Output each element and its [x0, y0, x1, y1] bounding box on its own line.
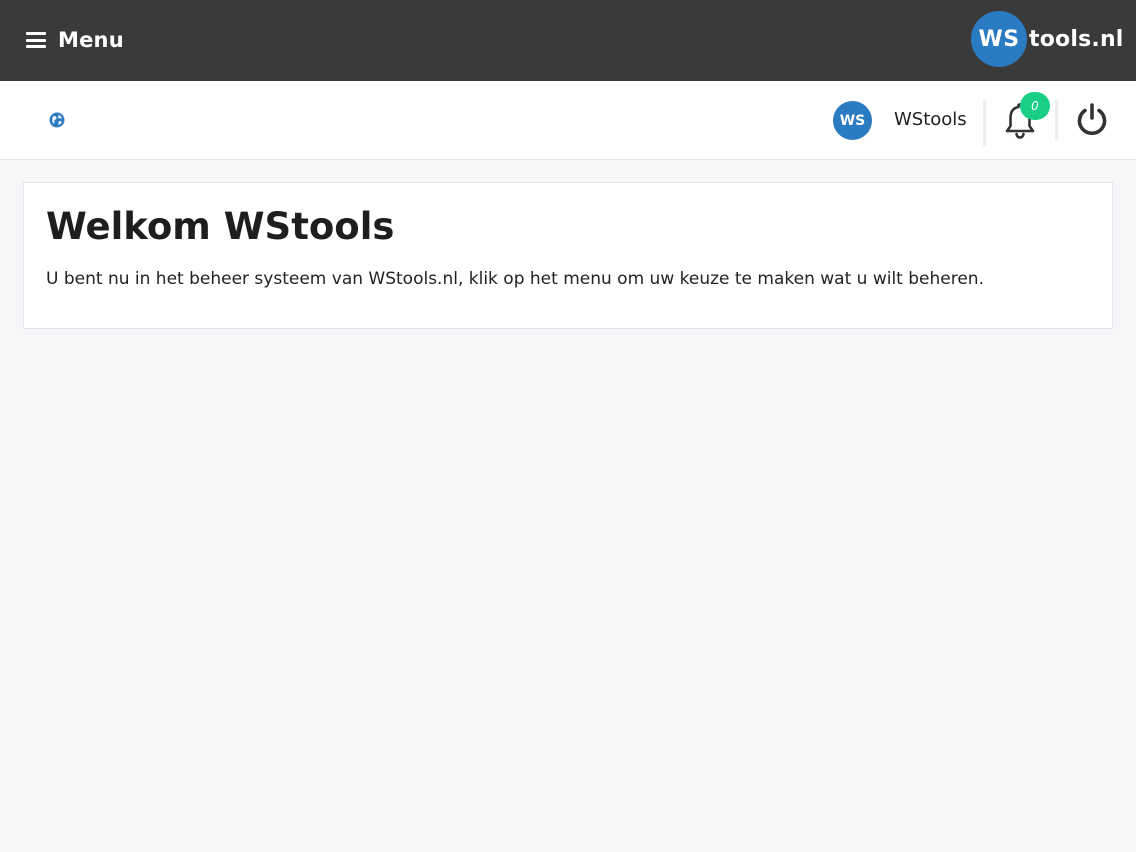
avatar[interactable]: WS	[833, 101, 872, 140]
user-toolbar: WS WStools 0	[0, 81, 1136, 160]
hamburger-icon	[26, 32, 46, 48]
brand-badge: WS	[971, 11, 1027, 67]
menu-label: Menu	[58, 28, 124, 52]
globe-icon[interactable]	[49, 112, 65, 128]
divider	[983, 100, 986, 146]
notification-badge[interactable]: 0	[1020, 92, 1050, 120]
welcome-text: U bent nu in het beheer systeem van WSto…	[46, 269, 984, 289]
page-title: Welkom WStools	[46, 205, 395, 248]
welcome-card: Welkom WStools U bent nu in het beheer s…	[23, 182, 1113, 329]
brand-logo[interactable]: WS tools.nl	[971, 11, 1124, 67]
top-navbar: Menu WS tools.nl	[0, 0, 1136, 81]
brand-text: tools.nl	[1029, 26, 1124, 52]
divider	[1055, 100, 1058, 140]
menu-button[interactable]: Menu	[26, 24, 124, 56]
power-icon[interactable]	[1075, 101, 1109, 137]
username[interactable]: WStools	[894, 108, 967, 132]
